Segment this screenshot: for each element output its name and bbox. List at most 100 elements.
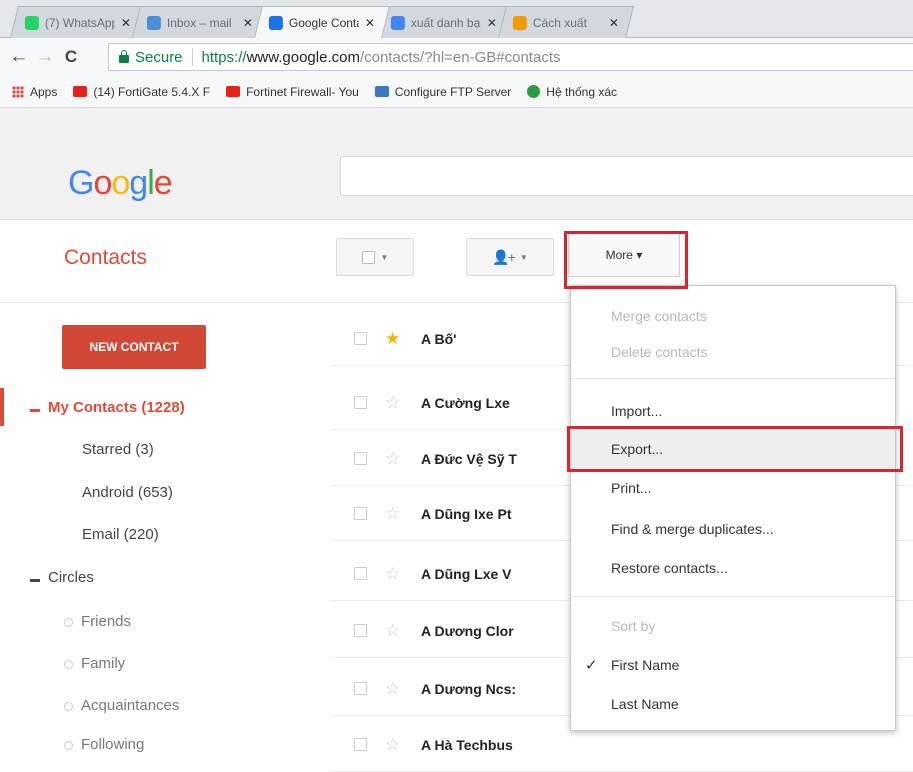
- whatsapp-icon: [24, 15, 39, 30]
- menu-item-restore-contacts[interactable]: Restore contacts...: [571, 560, 895, 576]
- bookmark-label: (14) FortiGate 5.4.X F: [93, 84, 211, 99]
- tab-google-search[interactable]: xuất danh bạ ✕: [376, 6, 512, 38]
- google-header: Google: [0, 108, 913, 220]
- menu-divider: [571, 378, 895, 379]
- contact-name: A Đức Vệ Sỹ T: [421, 450, 517, 467]
- close-icon[interactable]: ✕: [121, 16, 131, 30]
- bookmark-fortigate[interactable]: (14) FortiGate 5.4.X F: [73, 85, 210, 99]
- globe-icon: [527, 85, 541, 98]
- google-icon: [390, 15, 405, 30]
- menu-item-delete-contacts[interactable]: Delete contacts: [571, 344, 895, 360]
- url-path: /contacts/?hl=en-GB#contacts: [359, 48, 561, 66]
- tab-google-contacts[interactable]: Google Contacts ✕: [254, 6, 390, 38]
- browser-toolbar: ← → C Secure https:// www.google.com /co…: [0, 38, 913, 76]
- close-icon[interactable]: ✕: [609, 16, 619, 30]
- address-bar[interactable]: Secure https:// www.google.com /contacts…: [108, 43, 913, 71]
- tab-whatsapp[interactable]: (7) WhatsApp ✕: [10, 6, 146, 38]
- menu-item-import[interactable]: Import...: [571, 403, 895, 419]
- contact-name: A Dũng Lxe V: [421, 565, 512, 582]
- back-arrow-icon[interactable]: ←: [6, 46, 32, 68]
- star-icon[interactable]: ☆: [385, 393, 401, 413]
- star-icon[interactable]: ☆: [385, 504, 401, 524]
- row-checkbox[interactable]: [354, 332, 367, 345]
- row-checkbox[interactable]: [354, 682, 367, 695]
- tab-cach-xuat[interactable]: Cách xuất ✕: [498, 6, 634, 38]
- contact-name: A Dũng Ixe Pt: [421, 505, 512, 522]
- row-checkbox[interactable]: [354, 738, 367, 751]
- sidebar-item-following[interactable]: Following: [64, 736, 144, 753]
- reload-icon[interactable]: C: [58, 47, 84, 67]
- google-logo[interactable]: Google: [68, 164, 173, 203]
- logo-letter: o: [93, 164, 112, 202]
- new-contact-button[interactable]: NEW CONTACT: [62, 325, 206, 369]
- star-icon[interactable]: ☆: [385, 679, 401, 699]
- highlight-more-button: [564, 231, 688, 289]
- menu-item-sort-last-name[interactable]: Last Name: [571, 696, 895, 712]
- menu-divider: [571, 596, 895, 597]
- bookmark-he-thong[interactable]: Hệ thống xác: [527, 85, 617, 99]
- bookmark-configure-ftp[interactable]: Configure FTP Server: [374, 85, 511, 99]
- sidebar-item-email[interactable]: Email (220): [82, 526, 159, 543]
- logo-letter: g: [129, 164, 148, 202]
- sidebar-item-starred[interactable]: Starred (3): [82, 441, 154, 458]
- row-checkbox[interactable]: [354, 624, 367, 637]
- divider: [191, 48, 193, 66]
- page-title: Contacts: [64, 246, 147, 269]
- sidebar-item-family[interactable]: Family: [64, 655, 125, 672]
- sidebar-item-label: Following: [81, 736, 145, 753]
- row-checkbox[interactable]: [354, 452, 367, 465]
- url-host: www.google.com: [246, 48, 360, 66]
- sidebar-item-label: Acquaintances: [81, 697, 180, 714]
- bookmarks-bar: Apps (14) FortiGate 5.4.X F Fortinet Fir…: [0, 76, 913, 108]
- sidebar-item-circles[interactable]: ▬ Circles: [30, 569, 94, 586]
- menu-item-print[interactable]: Print...: [571, 480, 895, 496]
- sidebar-item-label: Friends: [81, 613, 132, 630]
- bookmark-fortinet-firewall[interactable]: Fortinet Firewall- You: [226, 85, 359, 99]
- forward-arrow-icon[interactable]: →: [32, 46, 58, 68]
- star-icon[interactable]: ☆: [385, 564, 401, 584]
- sidebar-item-my-contacts[interactable]: ▬ My Contacts (1228): [30, 399, 185, 416]
- apps-grid-icon: [12, 85, 24, 98]
- sidebar-item-label: My Contacts (1228): [48, 399, 185, 416]
- row-checkbox[interactable]: [354, 396, 367, 409]
- tab-inbox[interactable]: Inbox – mail ✕: [132, 6, 268, 38]
- logo-letter: e: [153, 164, 173, 202]
- selected-indicator: [0, 388, 4, 426]
- person-add-icon: 👤+: [492, 248, 516, 265]
- more-dropdown-menu: Merge contacts Delete contacts Import...…: [570, 285, 896, 731]
- contact-name: A Dương Clor: [421, 622, 514, 639]
- youtube-icon: [226, 86, 241, 97]
- contact-name: A Cường Lxe: [421, 394, 510, 411]
- tab-title: Google Contacts: [288, 15, 359, 30]
- circle-icon: [64, 740, 73, 750]
- lock-icon: [119, 49, 129, 63]
- sidebar-item-friends[interactable]: Friends: [64, 613, 131, 630]
- site-icon: [512, 15, 527, 30]
- star-icon[interactable]: ☆: [385, 449, 401, 469]
- row-checkbox[interactable]: [354, 507, 367, 520]
- tab-title: (7) WhatsApp: [44, 15, 115, 30]
- contact-name: A Dương Ncs:: [421, 680, 517, 697]
- menu-item-merge-contacts[interactable]: Merge contacts: [571, 308, 895, 324]
- search-input[interactable]: [340, 156, 913, 196]
- secure-label: Secure: [135, 48, 183, 66]
- close-icon[interactable]: ✕: [243, 16, 253, 30]
- menu-item-find-merge-duplicates[interactable]: Find & merge duplicates...: [571, 521, 895, 537]
- row-checkbox[interactable]: [354, 567, 367, 580]
- sidebar-item-acquaintances[interactable]: Acquaintances: [64, 697, 179, 714]
- star-icon[interactable]: ★: [385, 329, 401, 349]
- bookmark-apps[interactable]: Apps: [12, 85, 57, 99]
- collapse-arrow-icon: ▬: [30, 404, 40, 415]
- sidebar-item-label: Circles: [48, 569, 94, 586]
- contact-name: A Hà Techbus: [421, 736, 513, 753]
- star-icon[interactable]: ☆: [385, 735, 401, 755]
- close-icon[interactable]: ✕: [487, 16, 497, 30]
- star-icon[interactable]: ☆: [385, 621, 401, 641]
- select-checkbox-menu[interactable]: ▼: [336, 238, 414, 276]
- add-to-group-button[interactable]: 👤+ ▼: [466, 238, 554, 276]
- sidebar-item-android[interactable]: Android (653): [82, 484, 173, 501]
- menu-item-sort-first-name[interactable]: First Name: [571, 657, 895, 673]
- close-icon[interactable]: ✕: [365, 16, 375, 30]
- highlight-export-item: [567, 426, 903, 472]
- sidebar-item-label: Family: [81, 655, 126, 672]
